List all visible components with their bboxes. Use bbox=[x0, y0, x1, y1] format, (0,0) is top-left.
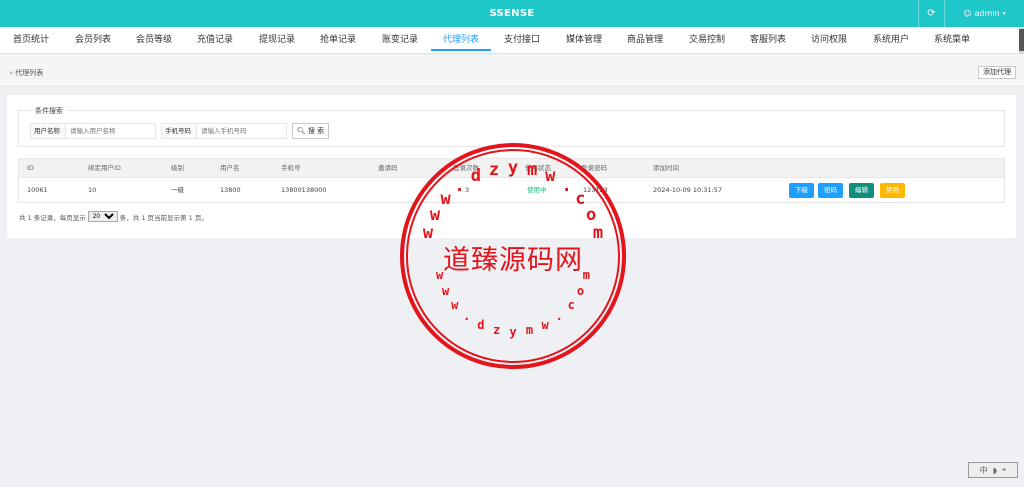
pager-text-before: 共 1 条记录，每页显示 bbox=[19, 213, 86, 222]
breadcrumb-current: 代理列表 bbox=[15, 69, 44, 77]
watermark-center-text: 道臻源码网 bbox=[443, 245, 583, 276]
pager-text-after: 条，共 1 页当前显示第 1 页。 bbox=[119, 213, 208, 222]
col-invite-code: 邀请码 bbox=[378, 164, 398, 172]
main-nav: 首页统计 会员列表 会员等级 充值记录 提现记录 抢单记录 账变记录 代理列表 … bbox=[0, 27, 1024, 54]
col-level: 级别 bbox=[171, 164, 184, 172]
chevron-down-icon: ▾ bbox=[1002, 10, 1006, 17]
col-username: 用户名 bbox=[220, 164, 240, 172]
nav-item-withdraw[interactable]: 提现记录 bbox=[259, 27, 295, 54]
refresh-button[interactable]: ⟳ bbox=[918, 0, 944, 27]
cell-created: 2024-10-09 10:31:57 bbox=[653, 186, 723, 194]
cell-username: 13800 bbox=[220, 186, 241, 194]
search-button-label: 搜 索 bbox=[307, 127, 325, 135]
username-input[interactable] bbox=[65, 123, 156, 139]
col-bind-user-id: 绑定用户ID bbox=[88, 164, 121, 172]
cell-bind-user-id: 10 bbox=[88, 186, 97, 194]
ime-settings-icon: ⌖ bbox=[1001, 465, 1007, 474]
watermark-arc-letter: c bbox=[575, 189, 586, 210]
watermark-arc-letter: w bbox=[545, 166, 556, 187]
user-name: admin bbox=[974, 9, 1000, 18]
nav-item-support[interactable]: 客服列表 bbox=[750, 27, 786, 54]
pagination: 共 1 条记录，每页显示 20 条，共 1 页当前显示第 1 页。 bbox=[19, 211, 208, 222]
cell-phone: 13800138000 bbox=[281, 186, 327, 194]
phone-label: 手机号码 bbox=[161, 123, 196, 139]
nav-item-grab-orders[interactable]: 抢单记录 bbox=[320, 27, 356, 54]
col-id: ID bbox=[27, 164, 34, 172]
watermark-arc-letter: . bbox=[561, 175, 572, 196]
disable-button[interactable]: 禁用 bbox=[880, 183, 905, 198]
chevron-right-icon: » bbox=[9, 69, 14, 77]
user-menu[interactable]: ☺ admin ▾ bbox=[944, 0, 1024, 27]
nav-item-trade-control[interactable]: 交易控制 bbox=[689, 27, 725, 54]
watermark-arc-letter: w bbox=[441, 283, 450, 298]
col-phone: 手机号 bbox=[281, 164, 301, 172]
refresh-icon: ⟳ bbox=[927, 8, 936, 19]
watermark-arc-letter: y bbox=[507, 157, 519, 178]
watermark-arc-letter: m bbox=[592, 223, 604, 244]
watermark-arc-letter: . bbox=[454, 175, 465, 196]
nav-item-member-levels[interactable]: 会员等级 bbox=[136, 27, 172, 54]
col-created: 添加时间 bbox=[653, 164, 679, 172]
nav-item-dashboard[interactable]: 首页统计 bbox=[13, 27, 49, 54]
search-legend: 条件搜索 bbox=[31, 106, 67, 116]
watermark-arc-letter: d bbox=[477, 317, 485, 332]
breadcrumb-bar: » 代理列表 添加代理 bbox=[0, 55, 1024, 87]
cell-level: 一级 bbox=[171, 186, 184, 194]
nav-item-media[interactable]: 媒体管理 bbox=[566, 27, 602, 54]
watermark-arc-letter: z bbox=[492, 322, 501, 337]
phone-input[interactable] bbox=[196, 123, 287, 139]
subordinate-button[interactable]: 下级 bbox=[789, 183, 814, 198]
watermark-arc-letter: d bbox=[470, 166, 481, 187]
nav-item-products[interactable]: 商品管理 bbox=[627, 27, 663, 54]
search-icon: 🔍︎ bbox=[297, 127, 306, 135]
breadcrumb: » 代理列表 bbox=[9, 68, 43, 78]
watermark-arc-letter: m bbox=[582, 268, 591, 283]
active-tab-indicator bbox=[431, 49, 491, 51]
page-size-select[interactable]: 20 bbox=[87, 211, 118, 222]
nav-item-system-menu[interactable]: 系统菜单 bbox=[934, 27, 970, 54]
watermark-arc-letter: w bbox=[429, 205, 441, 226]
cell-id: 10061 bbox=[27, 186, 48, 194]
add-agent-button[interactable]: 添加代理 bbox=[978, 66, 1016, 79]
edit-button[interactable]: 编辑 bbox=[849, 183, 874, 198]
watermark-arc-letter: w bbox=[451, 297, 459, 312]
app-title: SSENSE bbox=[489, 8, 535, 19]
nav-item-access[interactable]: 访问权限 bbox=[811, 27, 847, 54]
ime-moon-icon: ◗ bbox=[992, 465, 997, 475]
watermark-arc-letter: w bbox=[422, 223, 434, 244]
watermark-arc-letter: w bbox=[541, 317, 549, 332]
top-bar: SSENSE ⟳ ☺ admin ▾ bbox=[0, 0, 1024, 27]
watermark-arc-letter: m bbox=[526, 159, 538, 180]
watermark-arc-letter: m bbox=[525, 322, 534, 337]
watermark-arc-letter: y bbox=[509, 324, 517, 339]
watermark-arc-letter: . bbox=[555, 309, 563, 324]
watermark-arc-letter: c bbox=[567, 297, 575, 312]
watermark-arc-letter: o bbox=[576, 283, 585, 298]
password-button[interactable]: 密码 bbox=[818, 183, 843, 198]
watermark-arc-letter: w bbox=[440, 189, 451, 210]
watermark-arc-letter: w bbox=[435, 268, 444, 283]
nav-item-system-users[interactable]: 系统用户 bbox=[873, 27, 909, 54]
user-icon: ☺ bbox=[963, 9, 972, 18]
watermark-arc-letter: z bbox=[488, 159, 500, 180]
search-button[interactable]: 🔍︎ 搜 索 bbox=[292, 123, 330, 139]
input-method-widget[interactable]: 中 ◗ ⌖ bbox=[968, 462, 1018, 478]
nav-item-payment[interactable]: 支付接口 bbox=[504, 27, 540, 54]
nav-item-recharge[interactable]: 充值记录 bbox=[197, 27, 233, 54]
nav-item-account-changes[interactable]: 账变记录 bbox=[382, 27, 418, 54]
search-fieldset: 条件搜索 用户名称 手机号码 🔍︎搜 索 bbox=[18, 106, 1005, 147]
nav-item-members[interactable]: 会员列表 bbox=[75, 27, 111, 54]
nav-scrollbar-thumb[interactable] bbox=[1019, 29, 1024, 51]
watermark-arc-letter: . bbox=[463, 309, 471, 324]
username-label: 用户名称 bbox=[30, 123, 65, 139]
ime-chinese-icon: 中 bbox=[979, 465, 988, 475]
